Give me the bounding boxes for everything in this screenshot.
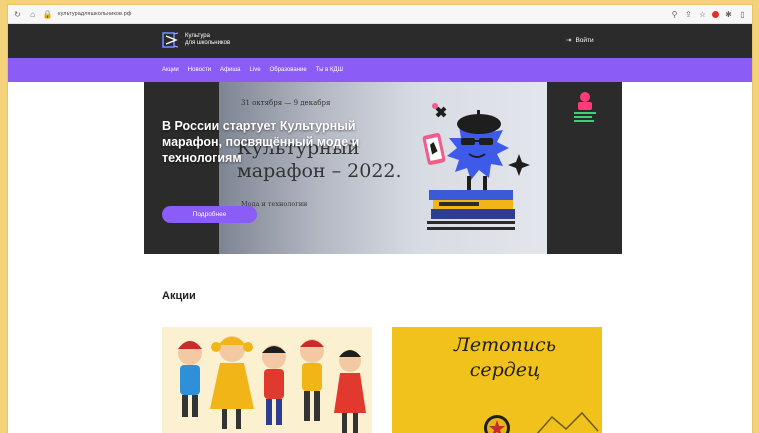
hero-more-button[interactable]: Подробнее	[162, 206, 257, 223]
nav-item-education[interactable]: Образование	[270, 67, 307, 73]
logo-line2: для школьников	[185, 40, 231, 46]
nav-item-news[interactable]: Новости	[188, 67, 211, 73]
promo-card-letopis-title: Летопись сердец	[430, 333, 580, 383]
share-icon[interactable]: ⇪	[684, 10, 693, 19]
login-icon: ⇥	[566, 37, 572, 44]
promo-card-letopis-line2: сердец	[469, 359, 541, 381]
login-label: Войти	[575, 36, 594, 44]
site-header: Культура для школьников ⇥ Войти	[8, 24, 752, 58]
login-button[interactable]: ⇥ Войти	[566, 36, 594, 45]
logo-mark-icon	[162, 32, 179, 48]
browser-window: ↻ ⌂ 🔒 культурадляшкольников.рф ⚲ ⇪ ☆ ✱ ▯…	[8, 5, 752, 433]
promo-card-letopis-line1: Летопись	[453, 334, 556, 356]
sidebar-icon[interactable]: ▯	[738, 10, 747, 19]
star-emblem-icon	[484, 415, 510, 433]
mascot-illustration	[422, 103, 530, 230]
nav-item-live[interactable]: Live	[250, 67, 261, 73]
reload-icon[interactable]: ↻	[13, 10, 22, 19]
home-icon[interactable]: ⌂	[28, 10, 37, 19]
address-bar[interactable]: культурадляшкольников.рф	[58, 11, 664, 17]
zoom-icon[interactable]: ⚲	[670, 10, 679, 19]
hero-poster-image: 31 октября — 9 декабря Культурный марафо…	[219, 82, 547, 254]
nav-item-afisha[interactable]: Афиша	[220, 67, 241, 73]
bookmark-star-icon[interactable]: ☆	[698, 10, 707, 19]
promo-card-letopis[interactable]: Летопись сердец	[392, 327, 602, 433]
hero-banner[interactable]: 31 октября — 9 декабря Культурный марафо…	[144, 82, 622, 254]
nav-item-akcii[interactable]: Акции	[162, 67, 179, 73]
promo-card-children[interactable]	[162, 327, 372, 433]
sketch-decoration	[536, 411, 599, 433]
site-logo[interactable]: Культура для школьников	[162, 32, 230, 48]
extensions-icon[interactable]: ✱	[724, 10, 733, 19]
hero-title: В России стартует Культурный марафон, по…	[162, 119, 360, 165]
nav-item-you-in-kdsh[interactable]: Ты в КДШ	[316, 67, 343, 73]
browser-toolbar: ↻ ⌂ 🔒 культурадляшкольников.рф ⚲ ⇪ ☆ ✱ ▯	[8, 5, 752, 24]
poster-dates: 31 октября — 9 декабря	[241, 99, 331, 107]
main-nav: Акции Новости Афиша Live Образование Ты …	[8, 58, 752, 82]
children-illustration	[162, 327, 372, 433]
opera-icon[interactable]	[712, 10, 719, 18]
logo-line1: Культура	[185, 33, 210, 39]
lock-icon: 🔒	[42, 9, 53, 19]
section-title-akcii: Акции	[162, 290, 196, 302]
partner-logo-icon	[574, 92, 596, 122]
